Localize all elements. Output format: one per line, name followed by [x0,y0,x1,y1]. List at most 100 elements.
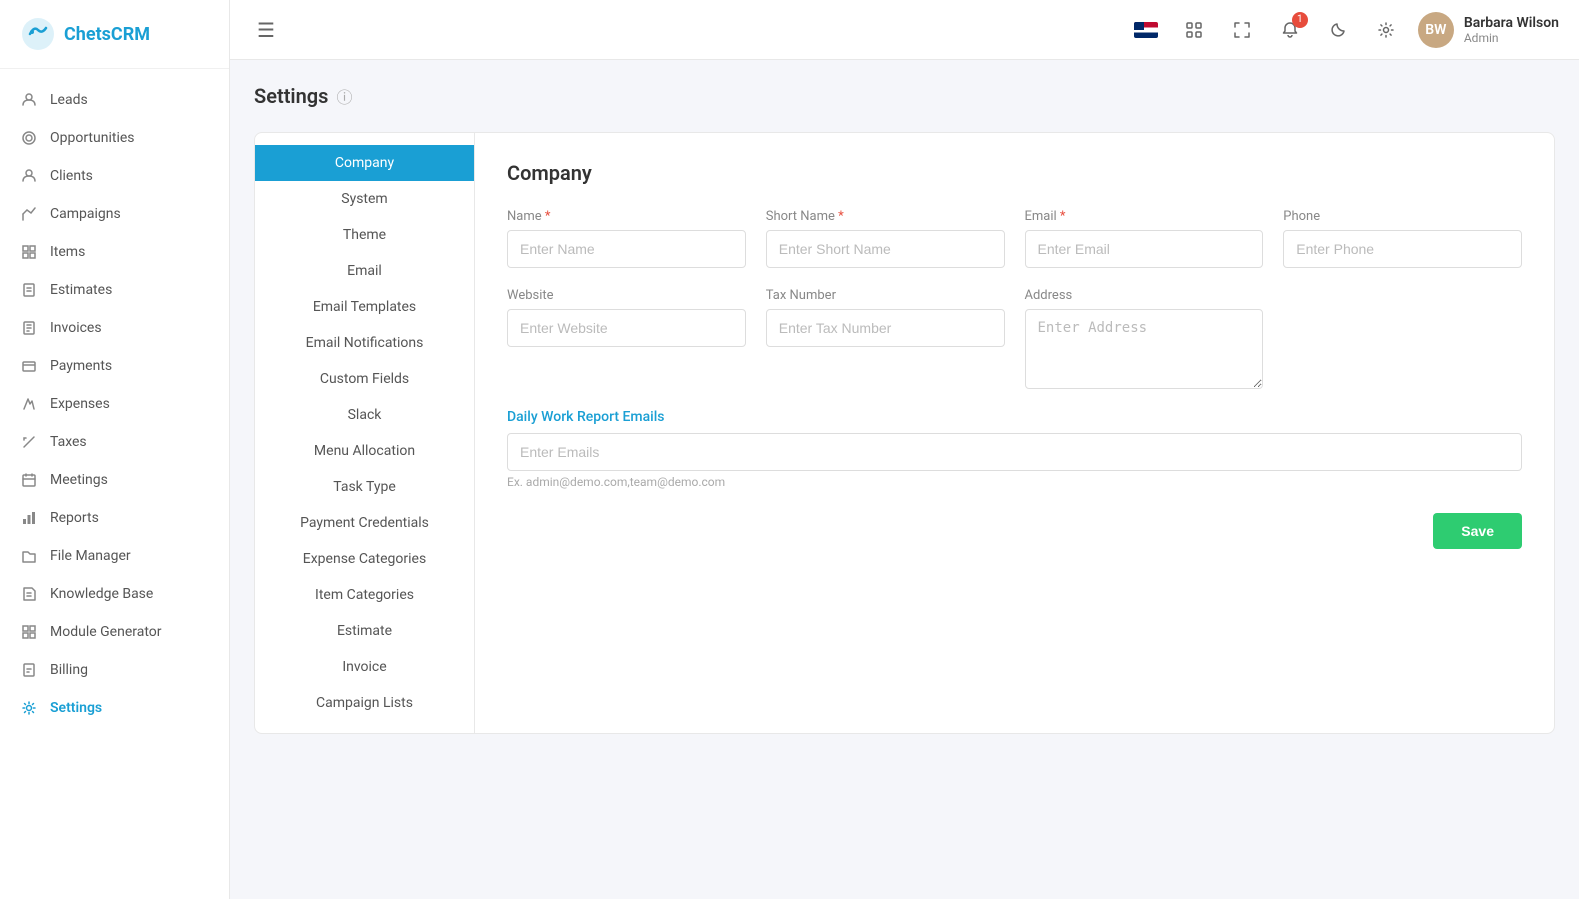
sidebar-label-meetings: Meetings [50,472,108,488]
settings-nav-theme[interactable]: Theme [255,217,474,253]
input-address[interactable] [1025,309,1264,389]
label-website: Website [507,288,746,303]
settings-sidebar: Company System Theme Email Email Templat… [255,133,475,733]
sidebar-item-invoices[interactable]: Invoices [0,309,229,347]
notifications-button[interactable]: 1 [1274,14,1306,46]
page-title-area: Settings ⓘ [254,84,1555,108]
info-icon[interactable]: ⓘ [336,84,352,108]
settings-nav-system[interactable]: System [255,181,474,217]
sidebar-item-settings[interactable]: Settings [0,689,229,727]
sidebar-item-knowledge-base[interactable]: Knowledge Base [0,575,229,613]
flag-icon [1134,22,1158,38]
form-group-phone: Phone [1283,209,1522,268]
fullscreen-icon [1233,21,1251,39]
form-row-1: Name * Short Name * Email * [507,209,1522,268]
sidebar-item-payments[interactable]: Payments [0,347,229,385]
settings-content: Company Name * Short Name * [475,133,1554,733]
sidebar-item-module-generator[interactable]: Module Generator [0,613,229,651]
fullscreen-button[interactable] [1226,14,1258,46]
sidebar-label-settings: Settings [50,700,102,716]
daily-report-section: Daily Work Report Emails Ex. admin@demo.… [507,409,1522,489]
flag-button[interactable] [1130,14,1162,46]
sidebar-label-payments: Payments [50,358,112,374]
settings-nav-estimate[interactable]: Estimate [255,613,474,649]
sidebar: ChetsCRM Leads Opportunities Clients Ca [0,0,230,899]
knowledge-base-icon [20,585,38,603]
dark-mode-button[interactable] [1322,14,1354,46]
items-icon [20,243,38,261]
sidebar-item-expenses[interactable]: Expenses [0,385,229,423]
apps-button[interactable] [1178,14,1210,46]
page-title: Settings [254,84,328,108]
input-name[interactable] [507,230,746,268]
logo: ChetsCRM [0,0,229,69]
label-tax-number: Tax Number [766,288,1005,303]
input-tax-number[interactable] [766,309,1005,347]
campaigns-icon [20,205,38,223]
input-email[interactable] [1025,230,1264,268]
settings-nav-email-templates[interactable]: Email Templates [255,289,474,325]
sidebar-item-opportunities[interactable]: Opportunities [0,119,229,157]
settings-nav-email-notifications[interactable]: Email Notifications [255,325,474,361]
settings-gear-button[interactable] [1370,14,1402,46]
sidebar-item-reports[interactable]: Reports [0,499,229,537]
settings-nav-custom-fields[interactable]: Custom Fields [255,361,474,397]
sidebar-label-leads: Leads [50,92,88,108]
settings-icon [20,699,38,717]
header: ☰ [230,0,1579,60]
sidebar-label-invoices: Invoices [50,320,102,336]
moon-icon [1329,21,1347,39]
sidebar-item-clients[interactable]: Clients [0,157,229,195]
sidebar-item-meetings[interactable]: Meetings [0,461,229,499]
settings-nav-payment-credentials[interactable]: Payment Credentials [255,505,474,541]
settings-nav-campaign-lists[interactable]: Campaign Lists [255,685,474,721]
reports-icon [20,509,38,527]
input-daily-emails[interactable] [507,433,1522,471]
company-section-title: Company [507,161,1522,185]
settings-nav-slack[interactable]: Slack [255,397,474,433]
settings-nav-item-categories[interactable]: Item Categories [255,577,474,613]
label-address: Address [1025,288,1264,303]
label-short-name: Short Name * [766,209,1005,224]
form-row-2: Website Tax Number Address [507,288,1522,389]
menu-toggle-button[interactable]: ☰ [250,14,282,46]
save-button[interactable]: Save [1433,513,1522,549]
settings-nav-task-type[interactable]: Task Type [255,469,474,505]
settings-nav-email[interactable]: Email [255,253,474,289]
sidebar-item-items[interactable]: Items [0,233,229,271]
taxes-icon [20,433,38,451]
content: Settings ⓘ Company System Theme Email Em… [230,60,1579,899]
settings-nav-menu-allocation[interactable]: Menu Allocation [255,433,474,469]
apps-icon [1185,21,1203,39]
input-website[interactable] [507,309,746,347]
sidebar-item-campaigns[interactable]: Campaigns [0,195,229,233]
input-short-name[interactable] [766,230,1005,268]
form-group-tax-number: Tax Number [766,288,1005,389]
payments-icon [20,357,38,375]
user-profile[interactable]: BW Barbara Wilson Admin [1418,12,1559,48]
sidebar-label-opportunities: Opportunities [50,130,135,146]
sidebar-item-billing[interactable]: Billing [0,651,229,689]
expenses-icon [20,395,38,413]
input-phone[interactable] [1283,230,1522,268]
form-group-email: Email * [1025,209,1264,268]
settings-nav-expense-categories[interactable]: Expense Categories [255,541,474,577]
sidebar-item-estimates[interactable]: Estimates [0,271,229,309]
sidebar-label-clients: Clients [50,168,93,184]
sidebar-label-expenses: Expenses [50,396,110,412]
invoices-icon [20,319,38,337]
daily-report-label: Daily Work Report Emails [507,409,1522,425]
form-group-name: Name * [507,209,746,268]
sidebar-label-knowledge-base: Knowledge Base [50,586,153,602]
user-info: Barbara Wilson Admin [1464,15,1559,45]
settings-nav-company[interactable]: Company [255,145,474,181]
gear-icon [1377,21,1395,39]
sidebar-label-module-generator: Module Generator [50,624,162,640]
label-email: Email * [1025,209,1264,224]
meetings-icon [20,471,38,489]
sidebar-item-file-manager[interactable]: File Manager [0,537,229,575]
logo-text: ChetsCRM [64,24,150,45]
settings-nav-invoice[interactable]: Invoice [255,649,474,685]
sidebar-item-taxes[interactable]: Taxes [0,423,229,461]
sidebar-item-leads[interactable]: Leads [0,81,229,119]
